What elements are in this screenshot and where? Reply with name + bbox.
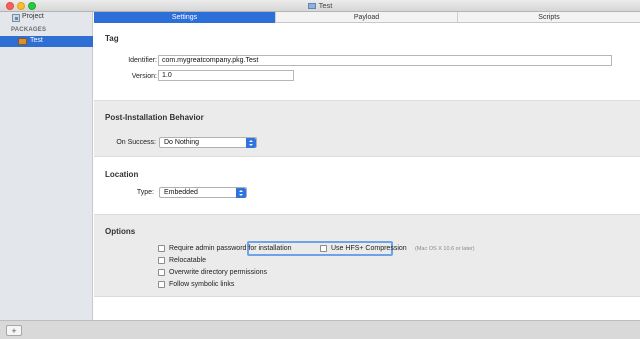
- tab-scripts[interactable]: Scripts: [457, 12, 640, 23]
- post-installation-section: Post-Installation Behavior On Success: D…: [94, 100, 640, 157]
- checkbox-box[interactable]: [158, 281, 165, 288]
- tag-section: Tag Identifier: com.mygreatcompany.pkg.T…: [94, 23, 640, 100]
- document-icon: [307, 3, 316, 9]
- location-section: Location Type: Embedded: [94, 157, 640, 214]
- on-success-value: Do Nothing: [164, 139, 200, 146]
- sidebar-item-project[interactable]: Project: [0, 13, 93, 23]
- checkbox-box[interactable]: [158, 269, 165, 276]
- checkbox-label: Require admin password for installation: [169, 245, 292, 252]
- version-label: Version:: [131, 73, 157, 80]
- hfs-compression-note: (Mac OS X 10.6 or later): [415, 246, 475, 252]
- sidebar-section-heading: PACKAGES: [11, 27, 47, 33]
- checkbox-label: Relocatable: [169, 257, 206, 264]
- tab-settings[interactable]: Settings: [94, 12, 275, 23]
- checkbox-label: Overwrite directory permissions: [169, 269, 268, 276]
- section-title-tag: Tag: [105, 34, 119, 43]
- type-value: Embedded: [164, 189, 198, 196]
- sidebar-item-label: Test: [30, 37, 43, 44]
- sidebar-item-label: Project: [22, 13, 44, 20]
- package-icon: [18, 38, 27, 45]
- checkbox-label: Use HFS+ Compression: [331, 245, 407, 252]
- section-title-post-installation: Post-Installation Behavior: [105, 113, 204, 122]
- type-popup[interactable]: Embedded: [159, 187, 247, 198]
- section-title-options: Options: [105, 227, 136, 236]
- checkbox-box[interactable]: [158, 257, 165, 264]
- sidebar: Project PACKAGES Test: [0, 12, 93, 320]
- add-package-button[interactable]: +: [6, 325, 22, 336]
- window-title-text: Test: [318, 1, 333, 10]
- project-icon: [12, 14, 20, 22]
- popup-arrows-icon: [246, 138, 256, 148]
- section-title-location: Location: [105, 170, 139, 179]
- window-title: Test: [0, 1, 640, 10]
- checkbox-label: Follow symbolic links: [169, 281, 235, 288]
- popup-arrows-icon: [236, 188, 246, 198]
- version-field[interactable]: 1.0: [158, 70, 294, 81]
- checkbox-box[interactable]: [320, 245, 327, 252]
- window-titlebar: Test: [0, 0, 640, 12]
- on-success-popup[interactable]: Do Nothing: [159, 137, 257, 148]
- options-section: Options Require admin password for insta…: [94, 214, 640, 297]
- bottom-bar: +: [0, 320, 640, 339]
- tab-bar: Settings Payload Scripts: [94, 12, 640, 23]
- type-label: Type:: [136, 189, 154, 196]
- identifier-field[interactable]: com.mygreatcompany.pkg.Test: [158, 55, 612, 66]
- identifier-label: Identifier:: [128, 57, 157, 64]
- checkbox-box[interactable]: [158, 245, 165, 252]
- main-panel: Settings Payload Scripts Tag Identifier:…: [94, 12, 640, 320]
- sidebar-item-package[interactable]: Test: [0, 36, 93, 47]
- tab-payload[interactable]: Payload: [275, 12, 457, 23]
- on-success-label: On Success:: [116, 139, 156, 146]
